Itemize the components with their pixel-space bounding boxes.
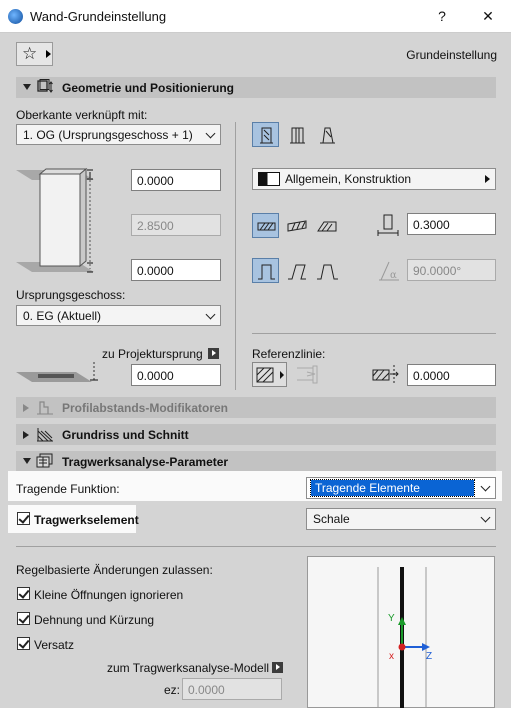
- rule-label: Kleine Öffnungen ignorieren: [34, 588, 184, 602]
- project-zero-toggle[interactable]: [208, 348, 219, 359]
- straight-wall-button[interactable]: [252, 122, 279, 147]
- top-offset-input[interactable]: 0.0000: [131, 169, 221, 191]
- rules-label: Regelbasierte Änderungen zulassen:: [16, 563, 213, 577]
- structural-preview: Y Z x: [307, 556, 495, 708]
- ez-input[interactable]: 0.0000: [182, 678, 282, 700]
- profile-structure-button[interactable]: [313, 213, 340, 238]
- help-button[interactable]: ?: [427, 5, 457, 27]
- section-label: Grundriss und Schnitt: [62, 428, 189, 442]
- section-structural[interactable]: Tragwerksanalyse-Parameter: [16, 451, 496, 472]
- refline-label: Referenzlinie:: [252, 347, 326, 361]
- structural-analysis-icon: [36, 453, 53, 468]
- z-axis-label: Z: [426, 651, 433, 662]
- slant-angle-icon: α: [379, 261, 399, 281]
- wall-axis-preview: [377, 567, 430, 708]
- collapse-icon: [23, 458, 31, 464]
- project-zero-label: zu Projektursprung: [102, 347, 203, 361]
- trapezoid-wall-button[interactable]: [283, 122, 310, 147]
- straight-profile-button[interactable]: [252, 258, 279, 283]
- structural-function-value: Tragende Elemente: [310, 479, 475, 497]
- structural-element-label: Tragwerkselement: [34, 513, 139, 527]
- section-label: Tragwerksanalyse-Parameter: [62, 455, 229, 469]
- rule-checkbox-extend-trim[interactable]: [17, 612, 30, 625]
- app-icon: [8, 9, 23, 24]
- top-linked-label: Oberkante verknüpft mit:: [16, 108, 148, 122]
- home-story-value: 0. EG (Aktuell): [23, 309, 102, 323]
- chevron-right-icon: [485, 175, 490, 183]
- top-linked-select[interactable]: 1. OG (Ursprungsgeschoss + 1): [16, 124, 221, 145]
- polygonal-wall-button[interactable]: [313, 122, 340, 147]
- svg-text:α: α: [390, 270, 397, 281]
- refline-offset-input[interactable]: 0.0000: [407, 364, 496, 386]
- project-zero-icon: [16, 362, 98, 382]
- divider: [16, 546, 496, 547]
- bottom-offset-input[interactable]: 0.0000: [131, 259, 221, 281]
- rule-checkbox-offset[interactable]: [17, 637, 30, 650]
- x-axis-label: x: [389, 651, 394, 662]
- favorites-button[interactable]: ☆: [16, 42, 53, 66]
- slant-angle-input[interactable]: 90.0000°: [407, 259, 496, 281]
- star-icon: ☆: [22, 44, 38, 63]
- section-floorplan[interactable]: Grundriss und Schnitt: [16, 424, 496, 445]
- top-linked-value: 1. OG (Ursprungsgeschoss + 1): [23, 128, 193, 142]
- composite-value: Allgemein, Konstruktion: [285, 172, 412, 186]
- close-button[interactable]: ✕: [473, 5, 503, 27]
- rule-label: Versatz: [34, 638, 75, 652]
- rule-checkbox-small-openings[interactable]: [17, 587, 30, 600]
- structural-type-select[interactable]: Schale: [306, 508, 496, 530]
- model-offset-label: zum Tragwerksanalyse-Modell: [107, 661, 270, 675]
- composite-select[interactable]: Allgemein, Konstruktion: [252, 168, 496, 190]
- refline-offset-icon: [372, 365, 399, 384]
- basic-structure-button[interactable]: [252, 213, 279, 238]
- section-label: Profilabstands-Modifikatoren: [62, 401, 229, 415]
- profile-modifier-icon: [37, 401, 53, 415]
- preset-name: Grundeinstellung: [406, 48, 497, 62]
- home-story-select[interactable]: 0. EG (Aktuell): [16, 305, 221, 326]
- expand-icon: [23, 404, 29, 412]
- chevron-down-icon: [205, 128, 216, 139]
- divider: [252, 333, 496, 334]
- wall-height-diagram: [16, 167, 94, 273]
- model-offset-toggle[interactable]: [272, 662, 283, 673]
- structural-type-value: Schale: [313, 512, 350, 526]
- structural-function-select[interactable]: Tragende Elemente: [306, 477, 496, 499]
- thickness-icon: [377, 214, 399, 236]
- section-profile-modifiers[interactable]: Profilabstands-Modifikatoren: [16, 397, 496, 418]
- y-axis-label: Y: [388, 613, 395, 624]
- floorplan-icon: [37, 428, 53, 442]
- rule-label: Dehnung und Kürzung: [34, 613, 155, 627]
- height-input[interactable]: 2.8500: [131, 214, 221, 236]
- expand-icon: [23, 431, 29, 439]
- chevron-down-icon: [205, 309, 216, 320]
- window-title: Wand-Grundeinstellung: [30, 9, 167, 24]
- slanted-profile-button[interactable]: [283, 258, 310, 283]
- refline-flip-icon[interactable]: [293, 362, 321, 387]
- double-slanted-profile-button[interactable]: [313, 258, 340, 283]
- thickness-input[interactable]: 0.3000: [407, 213, 496, 235]
- structural-element-checkbox[interactable]: [17, 512, 30, 525]
- refline-location-button[interactable]: [252, 362, 287, 387]
- section-label: Geometrie und Positionierung: [62, 81, 235, 95]
- chevron-down-icon: [480, 481, 491, 492]
- chevron-right-icon: [46, 50, 51, 58]
- section-geometry[interactable]: Geometrie und Positionierung: [16, 77, 496, 98]
- geometry-icon: [37, 79, 53, 93]
- composite-icon: [258, 172, 280, 186]
- composite-structure-button[interactable]: [283, 213, 310, 238]
- home-story-label: Ursprungsgeschoss:: [16, 288, 126, 302]
- column-divider: [235, 122, 236, 390]
- collapse-icon: [23, 84, 31, 90]
- structural-function-label: Tragende Funktion:: [16, 482, 120, 496]
- title-bar: Wand-Grundeinstellung ? ✕: [0, 0, 511, 33]
- project-zero-input[interactable]: 0.0000: [131, 364, 221, 386]
- chevron-down-icon: [480, 512, 491, 523]
- ez-label: ez:: [164, 683, 181, 697]
